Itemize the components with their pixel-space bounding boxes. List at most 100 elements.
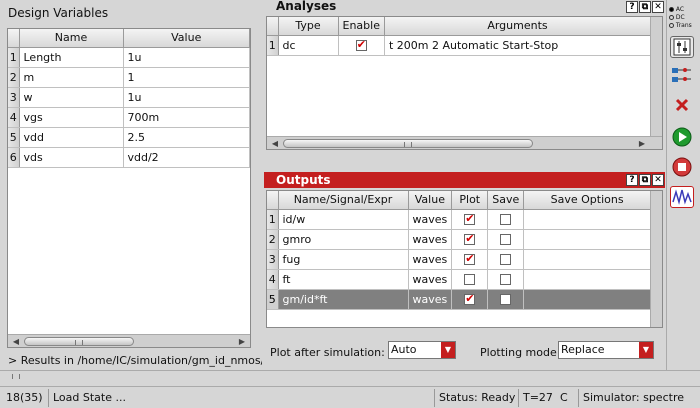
output-plot-cell[interactable] — [451, 209, 489, 230]
variable-name-cell[interactable]: Length — [19, 47, 124, 68]
column-header-name-signal-expr[interactable]: Name/Signal/Expr — [278, 191, 409, 210]
table-row[interactable]: 5 vdd 2.5 — [8, 127, 250, 148]
checkbox-unchecked-icon[interactable] — [500, 274, 512, 285]
column-header-type[interactable]: Type — [278, 17, 339, 36]
variable-name-cell[interactable]: w — [19, 87, 124, 108]
run-simulation-button[interactable] — [670, 126, 694, 148]
output-value-cell[interactable]: waves — [408, 229, 453, 250]
table-row[interactable]: 3 w 1u — [8, 87, 250, 108]
table-row[interactable]: 4 ft waves — [267, 269, 651, 290]
checkbox-checked-icon[interactable] — [464, 292, 476, 305]
scroll-left-icon[interactable]: ◀ — [10, 336, 22, 347]
float-icon[interactable]: ⧉ — [639, 174, 651, 186]
analysis-type-cell[interactable]: dc — [278, 35, 339, 56]
output-plot-cell[interactable] — [451, 229, 489, 250]
scroll-thumb[interactable] — [283, 139, 533, 148]
plot-outputs-button[interactable] — [670, 186, 694, 208]
output-value-cell[interactable]: waves — [408, 289, 453, 310]
variable-value-cell[interactable]: 2.5 — [123, 127, 250, 148]
output-save-options-cell[interactable] — [523, 209, 651, 230]
radio-ac[interactable]: AC — [669, 6, 684, 13]
float-icon[interactable]: ⧉ — [639, 1, 651, 13]
checkbox-checked-icon[interactable] — [464, 232, 476, 245]
column-header-plot[interactable]: Plot — [451, 191, 489, 210]
output-save-options-cell[interactable] — [523, 229, 651, 250]
table-row[interactable]: 5 gm/id*ft waves — [267, 289, 651, 310]
column-header-save-options[interactable]: Save Options — [523, 191, 651, 210]
output-value-cell[interactable]: waves — [408, 269, 453, 290]
checkbox-unchecked-icon[interactable] — [500, 254, 512, 265]
table-row[interactable]: 1dc t 200m 2 Automatic Start-Stop — [267, 35, 652, 56]
output-name-cell[interactable]: fug — [278, 249, 409, 270]
design-variables-hscrollbar[interactable]: ◀ ▶ — [8, 334, 250, 347]
output-save-options-cell[interactable] — [523, 269, 651, 290]
output-save-cell[interactable] — [487, 209, 525, 230]
variable-value-cell[interactable]: 1u — [123, 87, 250, 108]
analyses-hscrollbar[interactable]: ◀ ▶ — [267, 136, 662, 149]
column-header-name[interactable]: Name — [19, 29, 124, 48]
variable-name-cell[interactable]: vds — [19, 147, 124, 168]
output-save-cell[interactable] — [487, 249, 525, 270]
checkbox-unchecked-icon[interactable] — [464, 274, 476, 285]
scroll-right-icon[interactable]: ▶ — [636, 138, 648, 149]
table-row[interactable]: 4 vgs 700m — [8, 107, 250, 128]
chevron-down-icon[interactable]: ▼ — [441, 342, 455, 358]
checkbox-unchecked-icon[interactable] — [500, 214, 512, 225]
column-header-enable[interactable]: Enable — [338, 17, 385, 36]
stop-simulation-button[interactable] — [670, 156, 694, 178]
plotting-mode-select[interactable]: Replace ▼ — [558, 341, 654, 359]
table-row[interactable]: 6 vds vdd/2 — [8, 147, 250, 168]
delete-button[interactable] — [670, 94, 694, 116]
close-icon[interactable]: ✕ — [652, 1, 664, 13]
column-header-value[interactable]: Value — [123, 29, 250, 48]
output-save-cell[interactable] — [487, 229, 525, 250]
scroll-thumb[interactable] — [24, 337, 134, 346]
table-row[interactable]: 2 gmro waves — [267, 229, 651, 250]
analysis-arguments-cell[interactable]: t 200m 2 Automatic Start-Stop — [384, 35, 652, 56]
analysis-enable-cell[interactable] — [338, 35, 385, 56]
variable-name-cell[interactable]: vdd — [19, 127, 124, 148]
output-save-options-cell[interactable] — [523, 289, 651, 310]
output-name-cell[interactable]: ft — [278, 269, 409, 290]
chevron-down-icon[interactable]: ▼ — [639, 342, 653, 358]
scroll-left-icon[interactable]: ◀ — [269, 138, 281, 149]
variable-value-cell[interactable]: vdd/2 — [123, 147, 250, 168]
variable-value-cell[interactable]: 1 — [123, 67, 250, 88]
edit-variables-button[interactable] — [670, 36, 694, 58]
checkbox-checked-icon[interactable] — [464, 212, 476, 225]
checkbox-unchecked-icon[interactable] — [500, 294, 512, 305]
variable-name-cell[interactable]: m — [19, 67, 124, 88]
column-header-save[interactable]: Save — [487, 191, 525, 210]
column-header-value[interactable]: Value — [408, 191, 453, 210]
main-hscrollbar[interactable] — [0, 370, 700, 382]
netlist-button[interactable] — [670, 64, 694, 86]
outputs-vscrollbar[interactable] — [650, 191, 662, 327]
table-row[interactable]: 1 id/w waves — [267, 209, 651, 230]
checkbox-checked-icon[interactable] — [464, 252, 476, 265]
table-row[interactable]: 1 Length 1u — [8, 47, 250, 68]
output-name-cell[interactable]: gmro — [278, 229, 409, 250]
table-row[interactable]: 3 fug waves — [267, 249, 651, 270]
output-name-cell[interactable]: id/w — [278, 209, 409, 230]
output-value-cell[interactable]: waves — [408, 209, 453, 230]
variable-value-cell[interactable]: 700m — [123, 107, 250, 128]
output-value-cell[interactable]: waves — [408, 249, 453, 270]
help-icon[interactable]: ? — [626, 1, 638, 13]
radio-dc[interactable]: DC — [669, 14, 685, 21]
analyses-vscrollbar[interactable] — [650, 17, 662, 136]
table-row[interactable]: 2m1 — [8, 67, 250, 88]
variable-value-cell[interactable]: 1u — [123, 47, 250, 68]
checkbox-checked-icon[interactable] — [355, 38, 367, 51]
scroll-right-icon[interactable]: ▶ — [236, 336, 248, 347]
variable-name-cell[interactable]: vgs — [19, 107, 124, 128]
output-name-cell[interactable]: gm/id*ft — [278, 289, 409, 310]
output-save-options-cell[interactable] — [523, 249, 651, 270]
column-header-arguments[interactable]: Arguments — [384, 17, 652, 36]
checkbox-unchecked-icon[interactable] — [500, 234, 512, 245]
output-plot-cell[interactable] — [451, 249, 489, 270]
output-plot-cell[interactable] — [451, 269, 489, 290]
output-save-cell[interactable] — [487, 269, 525, 290]
plot-after-select[interactable]: Auto ▼ — [388, 341, 456, 359]
output-save-cell[interactable] — [487, 289, 525, 310]
radio-trans[interactable]: Trans — [669, 22, 692, 29]
